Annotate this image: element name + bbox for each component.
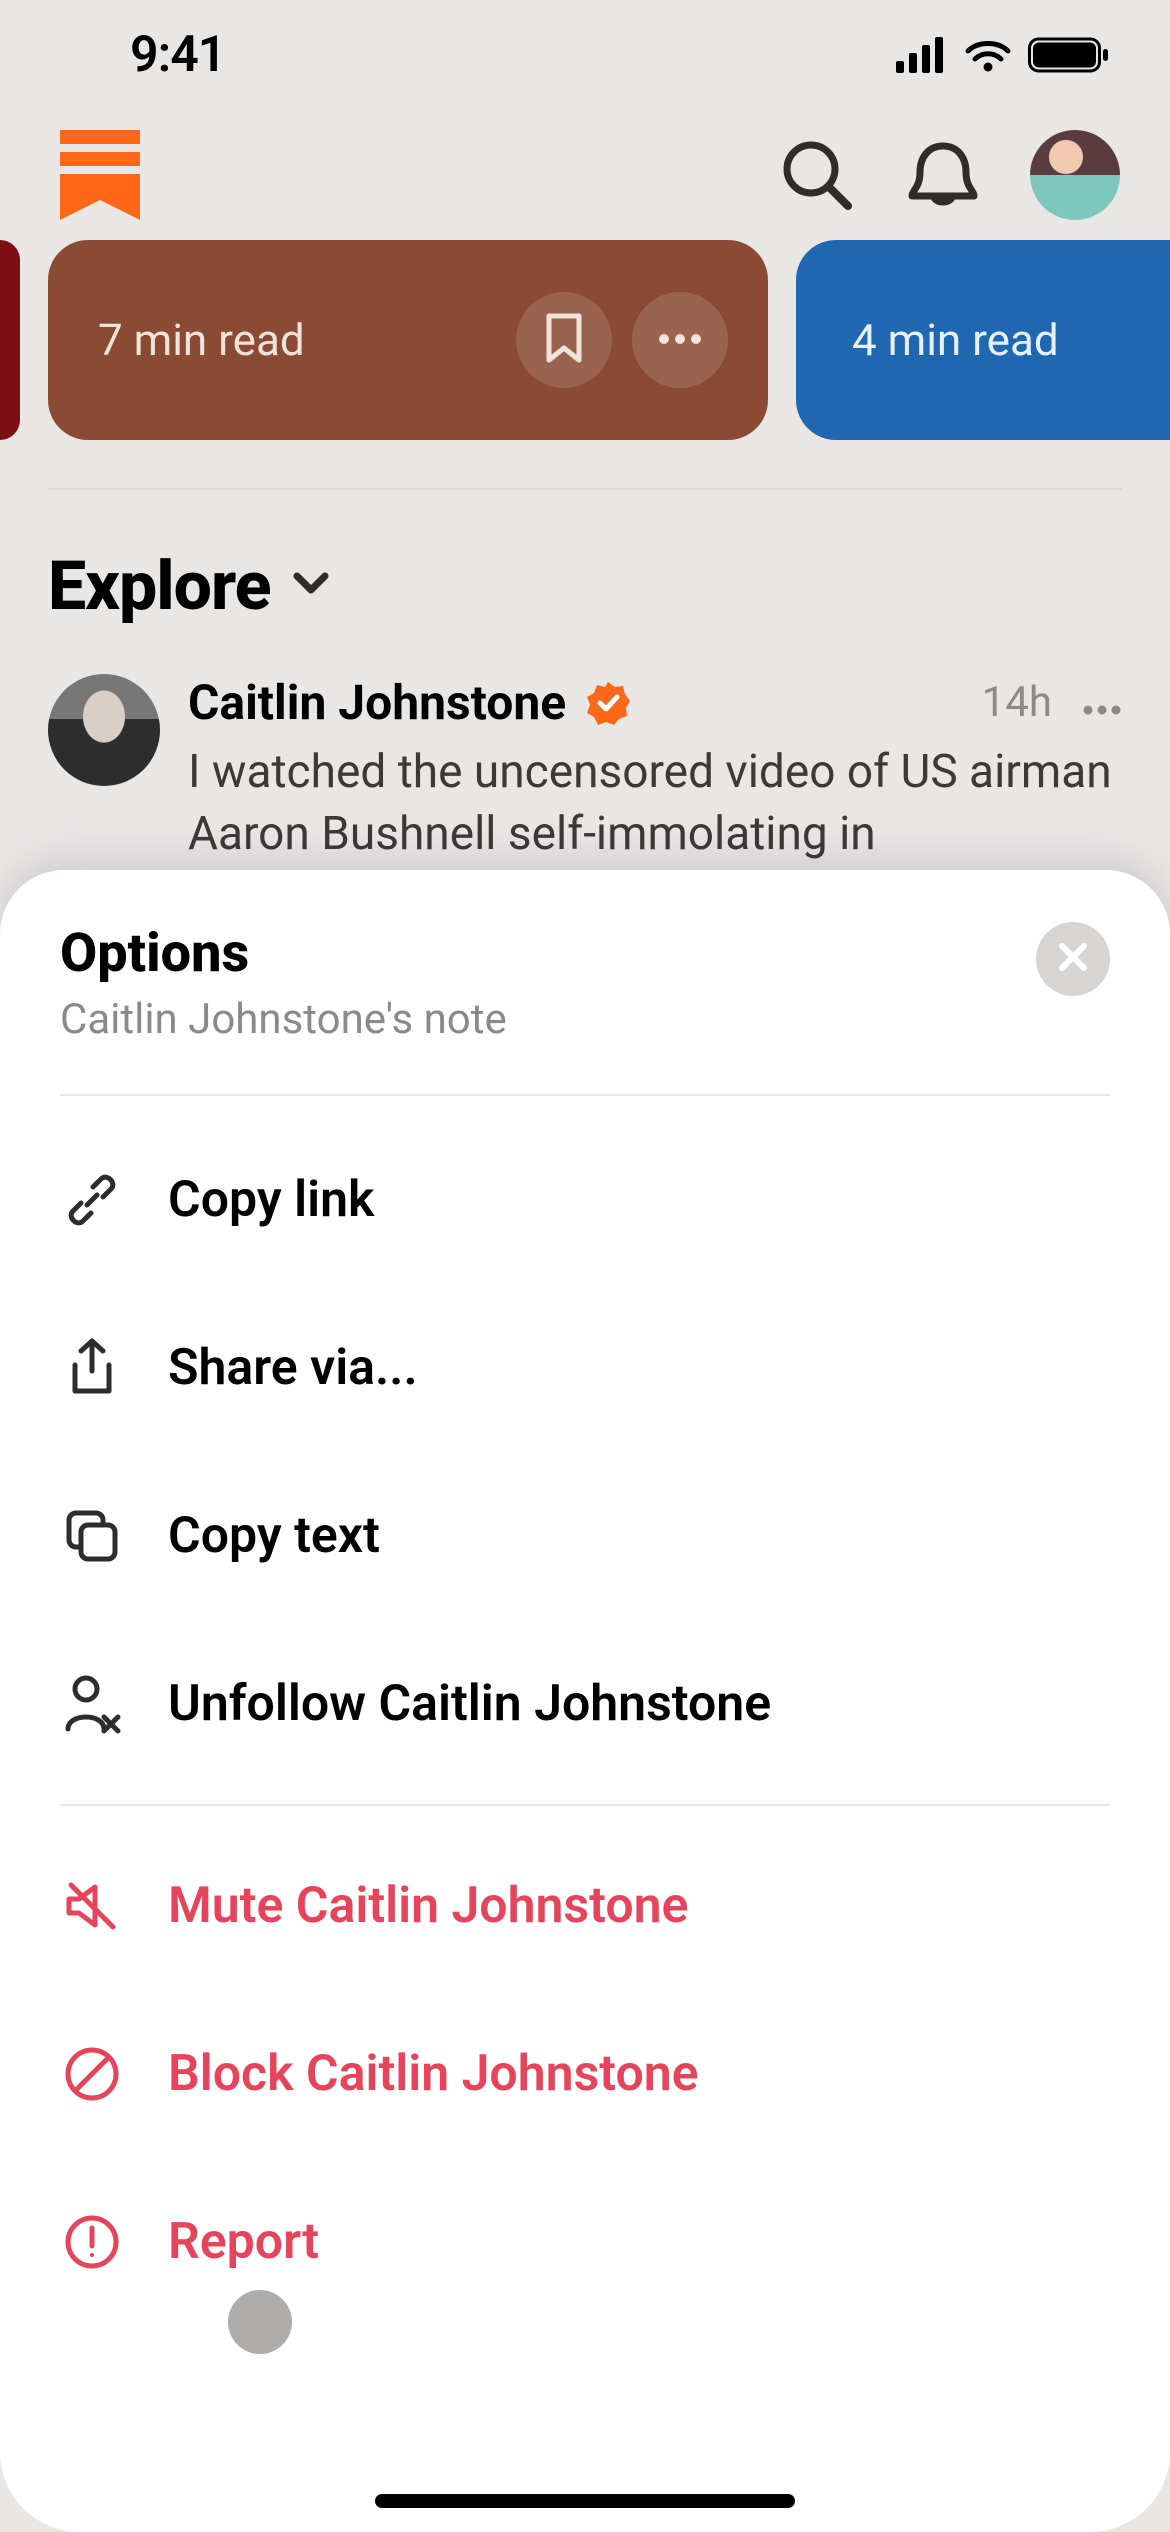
explore-title: Explore	[48, 546, 271, 626]
battery-icon	[1028, 36, 1110, 74]
option-block[interactable]: Block Caitlin Johnstone	[60, 1990, 1110, 2158]
option-label: Mute Caitlin Johnstone	[168, 1877, 688, 1935]
touch-indicator	[228, 2290, 292, 2354]
app-header	[0, 110, 1170, 240]
close-icon	[1056, 940, 1090, 978]
bookmark-button[interactable]	[516, 292, 612, 388]
featured-cards-row[interactable]: 7 min read 4 min read	[0, 240, 1170, 440]
post-body: I watched the uncensored video of US air…	[188, 741, 1122, 865]
status-time: 9:41	[130, 26, 225, 84]
option-label: Copy link	[168, 1171, 374, 1229]
more-icon	[657, 331, 703, 350]
status-indicators	[896, 36, 1110, 74]
copy-icon	[60, 1507, 124, 1565]
wifi-icon	[964, 37, 1012, 73]
options-sheet: Options Caitlin Johnstone's note Copy li…	[0, 870, 1170, 2532]
home-indicator	[375, 2494, 795, 2508]
post-avatar[interactable]	[48, 674, 160, 786]
share-icon	[60, 1337, 124, 1399]
option-mute[interactable]: Mute Caitlin Johnstone	[60, 1822, 1110, 1990]
link-icon	[60, 1171, 124, 1229]
option-copy-text[interactable]: Copy text	[60, 1452, 1110, 1620]
card-read-time: 4 min read	[852, 314, 1059, 366]
option-report[interactable]: Report	[60, 2158, 1110, 2326]
post-author[interactable]: Caitlin Johnstone	[188, 674, 566, 731]
activity-icon[interactable]	[904, 136, 982, 214]
option-label: Share via...	[168, 1339, 418, 1397]
block-icon	[60, 2045, 124, 2103]
post-more-button[interactable]	[1082, 678, 1122, 727]
card-sliver-left[interactable]	[0, 240, 20, 440]
sheet-subtitle: Caitlin Johnstone's note	[60, 995, 507, 1044]
report-icon	[60, 2213, 124, 2271]
card-more-button[interactable]	[632, 292, 728, 388]
featured-card-1[interactable]: 7 min read	[48, 240, 768, 440]
substack-logo-icon[interactable]	[60, 130, 140, 220]
profile-avatar[interactable]	[1030, 130, 1120, 220]
cellular-icon	[896, 37, 948, 73]
close-button[interactable]	[1036, 922, 1110, 996]
verified-badge-icon	[586, 681, 630, 725]
featured-card-2[interactable]: 4 min read	[796, 240, 1170, 440]
post-timestamp: 14h	[982, 678, 1052, 727]
option-label: Block Caitlin Johnstone	[168, 2045, 699, 2103]
feed-post[interactable]: Caitlin Johnstone 14h I watched the unce…	[0, 666, 1170, 865]
card-read-time: 7 min read	[98, 314, 305, 366]
option-share-via[interactable]: Share via...	[60, 1284, 1110, 1452]
status-bar: 9:41	[0, 0, 1170, 110]
mute-icon	[60, 1877, 124, 1935]
option-label: Unfollow Caitlin Johnstone	[168, 1675, 771, 1733]
sheet-title: Options	[60, 922, 507, 985]
chevron-down-icon	[291, 570, 331, 602]
option-unfollow[interactable]: Unfollow Caitlin Johnstone	[60, 1620, 1110, 1788]
search-icon[interactable]	[778, 136, 856, 214]
bookmark-icon	[544, 313, 584, 367]
sheet-divider	[60, 1804, 1110, 1806]
unfollow-icon	[60, 1673, 124, 1735]
option-label: Report	[168, 2213, 319, 2271]
option-label: Copy text	[168, 1507, 380, 1565]
explore-heading[interactable]: Explore	[0, 490, 1170, 666]
option-copy-link[interactable]: Copy link	[60, 1116, 1110, 1284]
